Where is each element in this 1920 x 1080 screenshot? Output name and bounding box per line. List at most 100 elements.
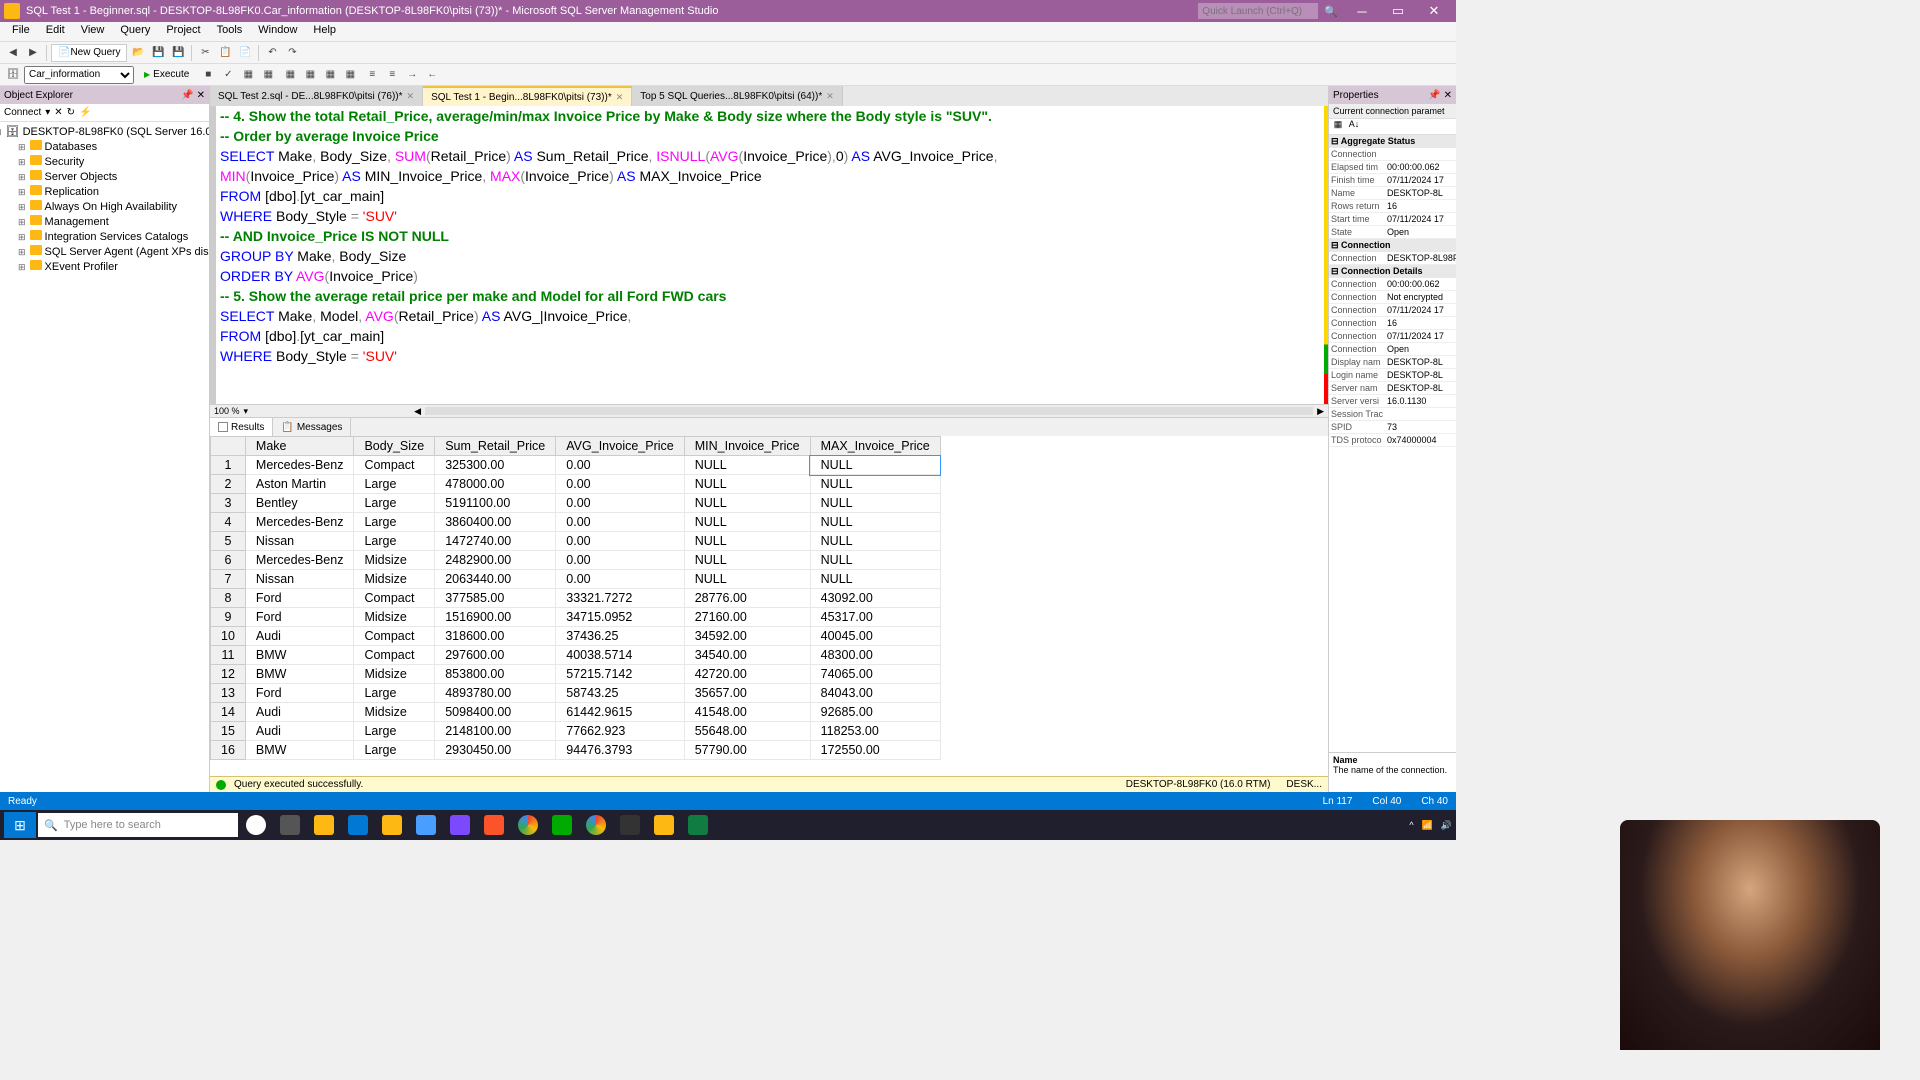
col-header[interactable]: Sum_Retail_Price — [435, 437, 556, 456]
tab-1[interactable]: SQL Test 1 - Begin...8L98FK0\pitsi (73))… — [423, 86, 632, 106]
tree-integration[interactable]: Integration Services Catalogs — [2, 229, 207, 244]
col-header[interactable]: AVG_Invoice_Price — [556, 437, 684, 456]
prop-row[interactable]: Server namDESKTOP-8L — [1329, 382, 1456, 395]
table-row[interactable]: 13FordLarge4893780.0058743.2535657.00840… — [211, 684, 941, 703]
filter-icon[interactable]: ⚡ — [79, 107, 91, 118]
plan-icon[interactable]: ▦ — [239, 66, 257, 84]
table-row[interactable]: 15AudiLarge2148100.0077662.92355648.0011… — [211, 722, 941, 741]
prop-row[interactable]: Connection16 — [1329, 317, 1456, 330]
menu-project[interactable]: Project — [158, 22, 208, 41]
open-icon[interactable]: 📂 — [129, 44, 147, 62]
table-row[interactable]: 2Aston MartinLarge478000.000.00NULLNULL — [211, 475, 941, 494]
quick-launch-input[interactable] — [1198, 3, 1318, 19]
prop-row[interactable]: NameDESKTOP-8L — [1329, 187, 1456, 200]
nav-fwd-icon[interactable]: ▶ — [24, 44, 42, 62]
col-header[interactable]: MAX_Invoice_Price — [810, 437, 940, 456]
table-row[interactable]: 7NissanMidsize2063440.000.00NULLNULL — [211, 570, 941, 589]
app-explorer[interactable] — [308, 812, 340, 838]
tree-agent[interactable]: SQL Server Agent (Agent XPs disabled) — [2, 244, 207, 259]
app-chrome2[interactable] — [580, 812, 612, 838]
col-header[interactable]: Body_Size — [354, 437, 435, 456]
t1-icon[interactable]: ▦ — [281, 66, 299, 84]
stop-icon[interactable]: ■ — [199, 66, 217, 84]
prop-category[interactable]: ⊟ Connection Details — [1329, 265, 1456, 278]
menu-query[interactable]: Query — [112, 22, 158, 41]
t4-icon[interactable]: ▦ — [341, 66, 359, 84]
table-row[interactable]: 11BMWCompact297600.0040038.571434540.004… — [211, 646, 941, 665]
app-obsidian[interactable] — [614, 812, 646, 838]
app-cortana[interactable] — [240, 812, 272, 838]
connect-button[interactable]: Connect — [4, 107, 41, 118]
menu-view[interactable]: View — [73, 22, 113, 41]
tab-0[interactable]: SQL Test 2.sql - DE...8L98FK0\pitsi (76)… — [210, 86, 423, 106]
app-media[interactable] — [444, 812, 476, 838]
sql-editor[interactable]: -- 4. Show the total Retail_Price, avera… — [210, 106, 1328, 404]
execute-button[interactable]: Execute — [136, 66, 197, 84]
paste-icon[interactable]: 📄 — [236, 44, 254, 62]
redo-icon[interactable]: ↷ — [283, 44, 301, 62]
tree-management[interactable]: Management — [2, 214, 207, 229]
tree-databases[interactable]: Databases — [2, 139, 207, 154]
refresh-icon[interactable]: ↻ — [67, 107, 75, 118]
table-row[interactable]: 5NissanLarge1472740.000.00NULLNULL — [211, 532, 941, 551]
prop-row[interactable]: StateOpen — [1329, 226, 1456, 239]
prop-row[interactable]: Rows return16 — [1329, 200, 1456, 213]
categorize-icon[interactable]: ▦ — [1331, 119, 1345, 134]
sort-icon[interactable]: A↓ — [1347, 119, 1361, 134]
pin-icon[interactable]: 📌 ✕ — [181, 90, 205, 101]
tab-messages[interactable]: 📋Messages — [273, 418, 351, 436]
table-row[interactable]: 6Mercedes-BenzMidsize2482900.000.00NULLN… — [211, 551, 941, 570]
table-row[interactable]: 4Mercedes-BenzLarge3860400.000.00NULLNUL… — [211, 513, 941, 532]
prop-category[interactable]: ⊟ Connection — [1329, 239, 1456, 252]
prop-row[interactable]: Server versi16.0.1130 — [1329, 395, 1456, 408]
parse-icon[interactable]: ✓ — [219, 66, 237, 84]
uncomment-icon[interactable]: ≡ — [383, 66, 401, 84]
prop-row[interactable]: ConnectionOpen — [1329, 343, 1456, 356]
menu-tools[interactable]: Tools — [209, 22, 251, 41]
app-brave[interactable] — [478, 812, 510, 838]
pin-icon[interactable]: 📌 ✕ — [1428, 90, 1452, 101]
prop-row[interactable]: Connection — [1329, 148, 1456, 161]
close-button[interactable]: ✕ — [1416, 3, 1452, 19]
t3-icon[interactable]: ▦ — [321, 66, 339, 84]
search-icon[interactable]: 🔍 — [1324, 5, 1338, 18]
app-chrome[interactable] — [512, 812, 544, 838]
tree-replication[interactable]: Replication — [2, 184, 207, 199]
col-header[interactable]: MIN_Invoice_Price — [684, 437, 810, 456]
prop-row[interactable]: Connection07/11/2024 17 — [1329, 304, 1456, 317]
tree-server[interactable]: 🗄 DESKTOP-8L98FK0 (SQL Server 16.0.1130.… — [2, 124, 207, 139]
copy-icon[interactable]: 📋 — [216, 44, 234, 62]
prop-category[interactable]: ⊟ Aggregate Status — [1329, 135, 1456, 148]
database-select[interactable]: Car_information — [24, 66, 134, 84]
db-icon[interactable]: 🗄 — [4, 66, 22, 84]
app-excel[interactable] — [682, 812, 714, 838]
prop-row[interactable]: Display namDESKTOP-8L — [1329, 356, 1456, 369]
app-folder[interactable] — [376, 812, 408, 838]
app-green[interactable] — [546, 812, 578, 838]
start-button[interactable]: ⊞ — [4, 812, 36, 838]
props-grid[interactable]: ⊟ Aggregate StatusConnectionElapsed tim0… — [1329, 135, 1456, 752]
tree-security[interactable]: Security — [2, 154, 207, 169]
tree-xevent[interactable]: XEvent Profiler — [2, 259, 207, 274]
app-ssms[interactable] — [648, 812, 680, 838]
maximize-button[interactable]: ▭ — [1380, 3, 1416, 19]
tab-2[interactable]: Top 5 SQL Queries...8L98FK0\pitsi (64))*… — [632, 86, 843, 106]
results-grid[interactable]: MakeBody_SizeSum_Retail_PriceAVG_Invoice… — [210, 436, 1328, 776]
prop-row[interactable]: ConnectionNot encrypted — [1329, 291, 1456, 304]
taskbar-search[interactable]: 🔍 Type here to search — [38, 813, 238, 837]
t2-icon[interactable]: ▦ — [301, 66, 319, 84]
menu-file[interactable]: File — [4, 22, 38, 41]
disconnect-icon[interactable]: ✕ — [54, 107, 62, 118]
menu-edit[interactable]: Edit — [38, 22, 73, 41]
table-row[interactable]: 10AudiCompact318600.0037436.2534592.0040… — [211, 627, 941, 646]
col-header[interactable]: Make — [245, 437, 354, 456]
prop-row[interactable]: Finish time07/11/2024 17 — [1329, 174, 1456, 187]
outdent-icon[interactable]: ← — [423, 66, 441, 84]
app-mail[interactable] — [342, 812, 374, 838]
comment-icon[interactable]: ≡ — [363, 66, 381, 84]
tab-results[interactable]: Results — [210, 418, 273, 436]
minimize-button[interactable]: ─ — [1344, 4, 1380, 19]
prop-row[interactable]: Connection07/11/2024 17 — [1329, 330, 1456, 343]
nav-back-icon[interactable]: ◀ — [4, 44, 22, 62]
tree-alwayson[interactable]: Always On High Availability — [2, 199, 207, 214]
